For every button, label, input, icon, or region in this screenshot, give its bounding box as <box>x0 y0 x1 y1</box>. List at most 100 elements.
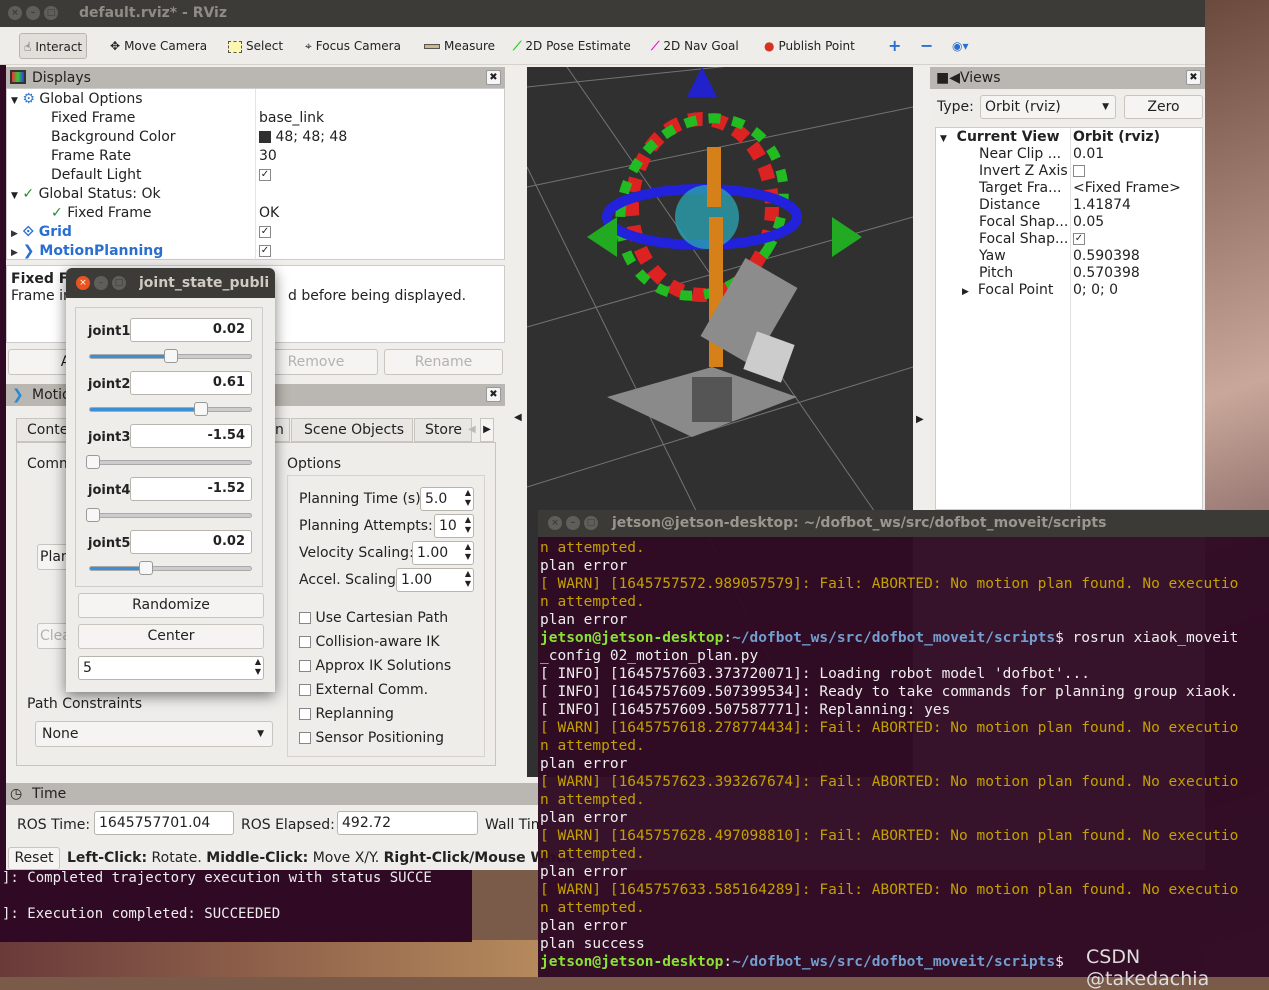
collision-aware-ik-checkbox[interactable]: Collision-aware IK <box>299 633 440 652</box>
view-type-select[interactable]: Orbit (rviz) ▼ <box>980 95 1116 119</box>
spin-arrows-icon[interactable]: ▲ ▼ <box>465 488 471 508</box>
clock-icon: ◷ <box>10 786 23 802</box>
tree-row-global-status[interactable]: ▼ ✓ Global Status: Ok <box>11 185 161 204</box>
minimize-window-button[interactable]: – <box>94 276 108 290</box>
publish-point-tool[interactable]: ● Publish Point <box>760 33 859 59</box>
ros-elapsed-field[interactable]: 492.72 <box>337 811 478 835</box>
joint-value-field[interactable]: -1.52 <box>130 477 252 501</box>
joint-slider[interactable] <box>86 508 252 522</box>
frame-rate-value[interactable]: 30 <box>259 147 277 166</box>
spin-arrows-icon[interactable]: ▲ ▼ <box>465 515 471 535</box>
pose-estimate-tool[interactable]: ⟋ 2D Pose Estimate <box>509 33 635 59</box>
maximize-window-button[interactable]: □ <box>44 6 58 20</box>
path-constraints-select[interactable]: None ▼ <box>35 721 273 747</box>
focal-point-value[interactable]: 0; 0; 0 <box>1073 281 1118 300</box>
check-icon: ✓ <box>51 205 63 221</box>
spin-arrows-icon[interactable]: ▲ ▼ <box>465 569 471 589</box>
motion-planning-enabled-checkbox[interactable]: ✓ <box>259 242 271 261</box>
tree-row-motion-planning[interactable]: ▶ ❯ MotionPlanning <box>11 242 163 261</box>
close-panel-button[interactable]: ✖ <box>1186 70 1201 85</box>
fixed-frame-value[interactable]: base_link <box>259 109 324 128</box>
hint-key: Left-Click: <box>67 850 148 866</box>
rename-display-button[interactable]: Rename <box>384 349 503 375</box>
tree-row-grid[interactable]: ▶ ⟐ Grid <box>11 223 72 242</box>
camera-icon: ■◀ <box>936 70 960 86</box>
planning-time-spinbox[interactable]: 5.0 ▲ ▼ <box>420 487 474 511</box>
tree-row-background-color[interactable]: Background Color <box>51 128 176 147</box>
checkbox[interactable] <box>1073 165 1085 177</box>
minimize-window-button[interactable]: – <box>26 6 40 20</box>
tree-row-default-light[interactable]: Default Light <box>51 166 142 185</box>
add-tool-button[interactable]: + <box>884 33 905 59</box>
select-tool[interactable]: Select <box>224 33 287 59</box>
focus-camera-tool[interactable]: ⌖ Focus Camera <box>301 33 405 59</box>
default-light-checkbox[interactable]: ✓ <box>259 166 271 185</box>
tab-stored[interactable]: Store <box>414 418 472 442</box>
tree-row-fixed-frame[interactable]: Fixed Frame <box>51 109 135 128</box>
checkbox[interactable]: ✓ <box>1073 233 1085 245</box>
window-title: jetson@jetson-desktop: ~/dofbot_ws/src/d… <box>612 515 1107 531</box>
zero-view-button[interactable]: Zero <box>1124 95 1203 119</box>
checkbox[interactable]: ✓ <box>259 169 271 181</box>
interactive-marker-rings[interactable] <box>587 67 862 326</box>
slider-handle[interactable] <box>163 349 178 363</box>
use-cartesian-path-checkbox[interactable]: Use Cartesian Path <box>299 609 448 628</box>
approx-ik-checkbox[interactable]: Approx IK Solutions <box>299 657 451 676</box>
velocity-scaling-spinbox[interactable]: 1.00 ▲ ▼ <box>412 541 474 565</box>
slider-handle[interactable] <box>194 402 209 416</box>
center-button[interactable]: Center <box>78 624 264 649</box>
maximize-window-button[interactable]: □ <box>112 276 126 290</box>
tree-row-global-options[interactable]: ▼ ⚙ Global Options <box>11 90 143 109</box>
joint-slider[interactable] <box>89 402 252 416</box>
replanning-checkbox[interactable]: Replanning <box>299 705 394 724</box>
tree-row-frame-rate[interactable]: Frame Rate <box>51 147 131 166</box>
sensor-positioning-checkbox[interactable]: Sensor Positioning <box>299 729 444 748</box>
collapse-right-dock-arrow[interactable]: ▶ <box>916 414 924 425</box>
terminal-window[interactable]: × – □ jetson@jetson-desktop: ~/dofbot_ws… <box>538 510 1269 990</box>
tree-row-focal-point[interactable]: ▶ Focal Point <box>962 281 1053 300</box>
background-color-value[interactable]: 48; 48; 48 <box>259 128 347 147</box>
panels-visibility-button[interactable]: ◉▾ <box>948 33 973 59</box>
close-panel-button[interactable]: ✖ <box>486 387 501 402</box>
grid-enabled-checkbox[interactable]: ✓ <box>259 223 271 242</box>
spin-arrows-icon[interactable]: ▲ ▼ <box>465 542 471 562</box>
tab-planning[interactable]: n <box>274 418 290 442</box>
tab-scroll-left[interactable]: ◀ <box>468 418 480 442</box>
joint-slider[interactable] <box>89 349 252 363</box>
close-window-button[interactable]: × <box>8 6 22 20</box>
joint-value-field[interactable]: 0.02 <box>130 530 252 554</box>
checkbox[interactable]: ✓ <box>259 245 271 257</box>
spin-arrows-icon[interactable]: ▲ ▼ <box>255 657 261 677</box>
joint-value-field[interactable]: 0.61 <box>130 371 252 395</box>
minimize-window-button[interactable]: – <box>566 516 580 530</box>
slider-handle[interactable] <box>86 455 101 469</box>
tab-scroll-right[interactable]: ▶ <box>480 418 494 442</box>
checkbox[interactable]: ✓ <box>259 226 271 238</box>
collapse-left-dock-arrow[interactable]: ◀ <box>514 412 522 423</box>
joint-value-field[interactable]: 0.02 <box>130 318 252 342</box>
move-camera-tool[interactable]: ✥ Move Camera <box>106 33 211 59</box>
slider-handle[interactable] <box>86 508 101 522</box>
close-window-button[interactable]: × <box>76 276 90 290</box>
reset-button[interactable]: Reset <box>8 847 60 870</box>
tree-row-fixed-frame-status[interactable]: ✓ Fixed Frame <box>51 204 152 223</box>
planning-attempts-spinbox[interactable]: 10 ▲ ▼ <box>434 514 474 538</box>
joint-slider[interactable] <box>86 455 252 469</box>
interact-tool[interactable]: ☝ Interact <box>19 33 88 59</box>
joint-value-field[interactable]: -1.54 <box>130 424 252 448</box>
joint-count-spinbox[interactable]: 5 ▲ ▼ <box>78 656 264 680</box>
close-panel-button[interactable]: ✖ <box>486 70 501 85</box>
remove-tool-button[interactable]: − <box>916 33 937 59</box>
external-comm-checkbox[interactable]: External Comm. <box>299 681 428 700</box>
tool-label: Measure <box>444 39 495 53</box>
accel-scaling-spinbox[interactable]: 1.00 ▲ ▼ <box>396 568 474 592</box>
tab-scene-objects[interactable]: Scene Objects <box>291 418 413 442</box>
ros-time-field[interactable]: 1645757701.04 <box>94 811 234 835</box>
nav-goal-tool[interactable]: ⟋ 2D Nav Goal <box>647 33 743 59</box>
joint-slider[interactable] <box>89 561 252 575</box>
randomize-button[interactable]: Randomize <box>78 593 264 618</box>
close-window-button[interactable]: × <box>548 516 562 530</box>
maximize-window-button[interactable]: □ <box>584 516 598 530</box>
measure-tool[interactable]: Measure <box>420 33 499 59</box>
slider-handle[interactable] <box>139 561 154 575</box>
